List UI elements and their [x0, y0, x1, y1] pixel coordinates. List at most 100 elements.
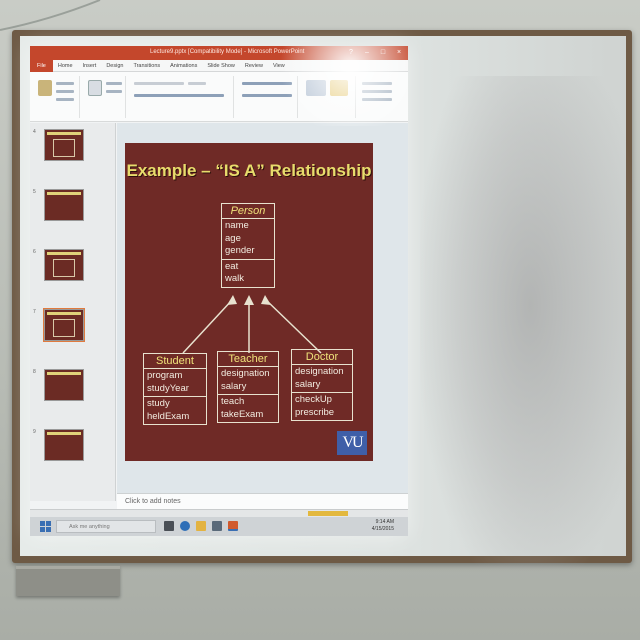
status-bar — [30, 509, 408, 517]
minimize-button[interactable]: – — [362, 48, 372, 57]
tab-insert[interactable]: Insert — [78, 63, 102, 69]
operation: takeExam — [221, 408, 264, 420]
close-button[interactable]: × — [394, 48, 404, 57]
uml-class-person: Person name age gender eat walk — [221, 203, 275, 288]
slide-thumbnail[interactable] — [44, 249, 84, 281]
attribute: name — [225, 220, 249, 231]
task-view-icon[interactable] — [164, 521, 174, 531]
file-explorer-icon[interactable] — [196, 521, 206, 531]
attribute: salary — [295, 378, 321, 390]
list-icons[interactable] — [242, 82, 292, 85]
operation: checkUp — [295, 394, 332, 405]
new-slide-icon[interactable] — [88, 80, 102, 96]
editing-group — [358, 76, 406, 118]
uml-class-student: Student program studyYear study heldExam — [143, 353, 207, 425]
thumb-number: 6 — [33, 249, 36, 255]
windows-taskbar: Ask me anything 9:14 AM 4/15/2015 — [30, 517, 408, 536]
operation: heldExam — [147, 410, 190, 422]
layout-icon[interactable] — [106, 82, 122, 85]
class-name: Doctor — [292, 350, 352, 365]
font-format-icons[interactable] — [134, 94, 224, 97]
tab-file[interactable]: File — [30, 59, 53, 72]
thumb-number: 8 — [33, 369, 36, 375]
paragraph-group — [236, 76, 298, 118]
clock-time: 9:14 AM — [375, 519, 394, 525]
quick-styles-icon[interactable] — [330, 80, 348, 96]
notes-pane[interactable]: Click to add notes — [117, 493, 408, 509]
class-name: Teacher — [218, 352, 278, 367]
notes-placeholder: Click to add notes — [125, 498, 181, 505]
replace-icon[interactable] — [362, 90, 392, 93]
find-icon[interactable] — [362, 82, 392, 85]
slide-thumbnail[interactable] — [44, 369, 84, 401]
slide-thumbnail[interactable] — [44, 129, 84, 161]
system-clock[interactable]: 9:14 AM 4/15/2015 — [372, 519, 394, 533]
edge-browser-icon[interactable] — [180, 521, 190, 531]
projected-screen: Lecture9.pptx [Compatibility Mode] - Mic… — [30, 46, 408, 536]
operation: study — [147, 398, 170, 409]
slide-thumbnail[interactable] — [44, 429, 84, 461]
slide-editing-area: Example – “IS A” Relationship Person nam… — [117, 123, 408, 493]
attributes-section: designation salary — [292, 365, 352, 393]
class-name: Person — [222, 204, 274, 219]
attribute: gender — [225, 245, 255, 256]
tab-design[interactable]: Design — [101, 63, 128, 69]
attribute: designation — [295, 366, 344, 377]
operations-section: study heldExam — [144, 397, 206, 424]
tab-transitions[interactable]: Transitions — [128, 63, 165, 69]
uml-class-doctor: Doctor designation salary checkUp prescr… — [291, 349, 353, 421]
operation: walk — [225, 273, 245, 284]
powerpoint-taskbar-icon[interactable] — [228, 521, 238, 531]
align-icons[interactable] — [242, 94, 292, 97]
operations-section: eat walk — [222, 260, 274, 287]
operations-section: teach takeExam — [218, 395, 278, 422]
tab-slide-show[interactable]: Slide Show — [202, 63, 240, 69]
attributes-section: designation salary — [218, 367, 278, 395]
slides-group — [82, 76, 126, 118]
whiteboard-smudge — [420, 76, 640, 586]
copy-icon[interactable] — [56, 90, 74, 93]
class-name: Student — [144, 354, 206, 369]
tab-animations[interactable]: Animations — [165, 63, 202, 69]
current-slide[interactable]: Example – “IS A” Relationship Person nam… — [125, 143, 373, 461]
search-placeholder: Ask me anything — [69, 524, 110, 530]
slide-thumbnail[interactable] — [44, 189, 84, 221]
attribute: studyYear — [147, 382, 189, 394]
slide-thumbnail-pane: 4 5 6 7 8 9 — [30, 123, 116, 501]
store-icon[interactable] — [212, 521, 222, 531]
select-icon[interactable] — [362, 98, 392, 101]
thumb-number: 4 — [33, 129, 36, 135]
format-painter-icon[interactable] — [56, 98, 74, 101]
thumb-number: 7 — [33, 309, 36, 315]
maximize-button[interactable]: □ — [378, 48, 388, 57]
taskbar-search-box[interactable]: Ask me anything — [56, 520, 156, 533]
shapes-icon[interactable] — [306, 80, 326, 96]
operation: eat — [225, 260, 239, 272]
slide-thumbnail-selected[interactable] — [43, 308, 85, 342]
classroom-wall: Lecture9.pptx [Compatibility Mode] - Mic… — [0, 0, 640, 640]
zoom-slider[interactable] — [308, 511, 348, 516]
operation: prescribe — [295, 406, 335, 418]
thumb-number: 9 — [33, 429, 36, 435]
tab-review[interactable]: Review — [240, 63, 268, 69]
windows-start-icon[interactable] — [40, 521, 51, 532]
font-name-box[interactable] — [134, 82, 184, 85]
font-size-box[interactable] — [188, 82, 206, 85]
title-bar: Lecture9.pptx [Compatibility Mode] - Mic… — [30, 46, 408, 60]
help-icon[interactable]: ? — [346, 48, 356, 57]
tab-view[interactable]: View — [268, 63, 290, 69]
reset-icon[interactable] — [106, 90, 122, 93]
attributes-section: name age gender — [222, 219, 274, 260]
thumb-number: 5 — [33, 189, 36, 195]
window-title: Lecture9.pptx [Compatibility Mode] - Mic… — [150, 49, 305, 55]
vu-logo: VU — [337, 431, 367, 455]
drawing-group — [300, 76, 356, 118]
paste-icon[interactable] — [38, 80, 52, 96]
ribbon-toolbar — [30, 72, 408, 122]
cut-icon[interactable] — [56, 82, 74, 85]
attribute: program — [147, 370, 183, 381]
font-group — [128, 76, 234, 118]
tab-home[interactable]: Home — [53, 63, 78, 69]
clipboard-group — [32, 76, 80, 118]
ribbon-tabs: File Home Insert Design Transitions Anim… — [30, 59, 408, 72]
